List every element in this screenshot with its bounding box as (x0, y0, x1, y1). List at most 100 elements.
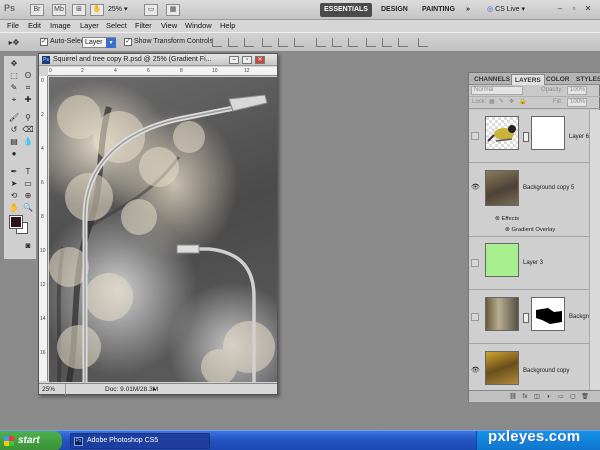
path-selection-tool-icon[interactable]: ➤ (8, 178, 20, 189)
foreground-color-swatch[interactable] (9, 215, 23, 229)
type-tool-icon[interactable]: T (22, 166, 34, 177)
menu-image[interactable]: Image (50, 20, 71, 32)
quick-mask-icon[interactable]: ◙ (22, 240, 34, 251)
close-icon[interactable]: ✕ (583, 4, 593, 14)
history-brush-icon[interactable]: ↺ (8, 124, 20, 135)
fx-icon[interactable]: fx (521, 393, 529, 401)
show-transform-controls-checkbox[interactable]: ✓ (124, 38, 132, 46)
distribute-bottom-edges-icon[interactable] (348, 38, 358, 47)
new-group-icon[interactable]: ▭ (557, 393, 565, 401)
adjustment-layer-icon[interactable]: ◐ (545, 393, 553, 401)
layer-name[interactable]: Layer 6 (569, 133, 589, 141)
workspace-painting-button[interactable]: PAINTING (418, 3, 459, 17)
link-layers-icon[interactable]: ⛓ (509, 393, 517, 401)
auto-select-checkbox[interactable]: ✓ (40, 38, 48, 46)
hand-tool-icon[interactable]: ✋ (8, 202, 20, 213)
eyedropper-tool-icon[interactable]: ⌖ (8, 94, 20, 105)
visibility-toggle[interactable] (471, 313, 479, 321)
menu-edit[interactable]: Edit (28, 20, 41, 32)
marquee-tool-icon[interactable]: ⬚ (8, 70, 20, 81)
tab-channels[interactable]: CHANNELS (471, 74, 513, 85)
menu-select[interactable]: Select (106, 20, 127, 32)
3d-rotate-tool-icon[interactable]: ⟲ (8, 190, 20, 201)
layer-name[interactable]: Background copy 5 (523, 184, 574, 192)
zoom-level-select[interactable]: 25% ▾ (108, 4, 127, 16)
layer-effects-row[interactable]: ⊛ Effects (469, 214, 589, 225)
document-maximize-icon[interactable]: ▫ (242, 56, 252, 64)
auto-align-layers-icon[interactable] (418, 38, 428, 47)
visibility-toggle[interactable] (471, 259, 479, 267)
layer-mask-thumbnail[interactable] (531, 297, 565, 331)
eye-icon[interactable]: 👁 (471, 184, 480, 192)
distribute-right-edges-icon[interactable] (398, 38, 408, 47)
layer-name[interactable]: Background copy (523, 367, 569, 375)
menu-view[interactable]: View (161, 20, 177, 32)
document-close-icon[interactable]: ✕ (255, 56, 265, 64)
tab-layers[interactable]: LAYERS (511, 74, 545, 85)
zoom-tool-icon[interactable]: 🔍 (22, 202, 34, 213)
document-canvas[interactable] (49, 77, 277, 382)
brush-tool-icon[interactable]: 🖌 (8, 112, 20, 123)
lasso-tool-icon[interactable]: ʘ (22, 70, 34, 81)
dodge-tool-icon[interactable]: ● (8, 148, 20, 159)
cs-live-button[interactable]: ◎ CS Live ▾ (487, 3, 525, 17)
menu-file[interactable]: File (7, 20, 19, 32)
blend-mode-select[interactable]: Normal (471, 86, 523, 95)
align-left-edges-icon[interactable] (262, 38, 272, 47)
crop-tool-icon[interactable]: ⌗ (22, 82, 34, 93)
menu-layer[interactable]: Layer (80, 20, 99, 32)
lock-icon[interactable]: 🔒 (519, 98, 526, 107)
distribute-horizontal-centers-icon[interactable] (382, 38, 392, 47)
align-bottom-edges-icon[interactable] (244, 38, 254, 47)
menu-help[interactable]: Help (220, 20, 235, 32)
document-minimize-icon[interactable]: – (229, 56, 239, 64)
lock-transparency-icon[interactable]: ▦ (489, 98, 495, 107)
distribute-vertical-centers-icon[interactable] (332, 38, 342, 47)
3d-orbit-tool-icon[interactable]: ⊕ (22, 190, 34, 201)
eye-icon[interactable]: 👁 (471, 367, 480, 375)
move-tool-icon[interactable]: ✥ (8, 58, 20, 69)
view-extras-icon[interactable]: ⊞ (72, 4, 86, 16)
link-icon[interactable] (523, 313, 529, 323)
more-workspaces-button[interactable]: » (462, 3, 474, 17)
visibility-toggle[interactable] (471, 132, 479, 140)
screen-mode-icon[interactable]: ▭ (144, 4, 158, 16)
tab-styles[interactable]: STYLES (573, 74, 600, 85)
new-layer-icon[interactable]: ▢ (569, 393, 577, 401)
distribute-top-edges-icon[interactable] (316, 38, 326, 47)
tab-color[interactable]: COLOR (543, 74, 572, 85)
taskbar-item-photoshop[interactable]: Ps Adobe Photoshop CS5 (70, 433, 210, 449)
eraser-tool-icon[interactable]: ⌫ (22, 124, 34, 135)
menu-filter[interactable]: Filter (135, 20, 152, 32)
workspace-design-button[interactable]: DESIGN (377, 3, 412, 17)
move-tool-preset-icon[interactable]: ▸✥ (8, 37, 20, 48)
add-mask-icon[interactable]: ◫ (533, 393, 541, 401)
align-top-edges-icon[interactable] (212, 38, 222, 47)
arrange-documents-icon[interactable]: ▦ (166, 4, 180, 16)
bridge-icon[interactable]: Br (30, 4, 44, 16)
opacity-field[interactable]: 100% (567, 86, 587, 95)
horizontal-ruler[interactable]: 0 2 4 6 8 10 12 (48, 67, 277, 76)
workspace-essentials-button[interactable]: ESSENTIALS (320, 3, 372, 17)
quick-selection-tool-icon[interactable]: ✎ (8, 82, 20, 93)
layer-row-layer-6[interactable]: Layer 6 (469, 110, 589, 163)
layer-name[interactable]: Layer 3 (523, 259, 543, 267)
align-right-edges-icon[interactable] (294, 38, 304, 47)
mini-bridge-icon[interactable]: Mb (52, 4, 66, 16)
clone-stamp-tool-icon[interactable]: ⚲ (22, 112, 34, 123)
link-icon[interactable] (523, 132, 529, 142)
minimize-icon[interactable]: – (555, 4, 565, 14)
layers-scrollbar[interactable] (589, 110, 600, 390)
maximize-icon[interactable]: ▫ (569, 4, 579, 14)
document-zoom-field[interactable]: 25% (42, 384, 66, 395)
shape-tool-icon[interactable]: ▭ (22, 178, 34, 189)
chevron-down-icon[interactable]: ▾ (106, 38, 116, 48)
status-menu-arrow-icon[interactable]: ▸ (153, 384, 156, 395)
layer-row-background-copy-5[interactable]: 👁 Background copy 5 (469, 164, 589, 214)
lock-position-icon[interactable]: ✥ (509, 98, 514, 107)
gradient-tool-icon[interactable]: ▤ (8, 136, 20, 147)
vertical-ruler[interactable]: 0 2 4 6 8 10 12 14 16 (39, 76, 48, 381)
lock-pixels-icon[interactable]: ✎ (499, 98, 504, 107)
align-horizontal-centers-icon[interactable] (278, 38, 288, 47)
layer-row-background-masked[interactable]: Backgrou (469, 291, 589, 344)
